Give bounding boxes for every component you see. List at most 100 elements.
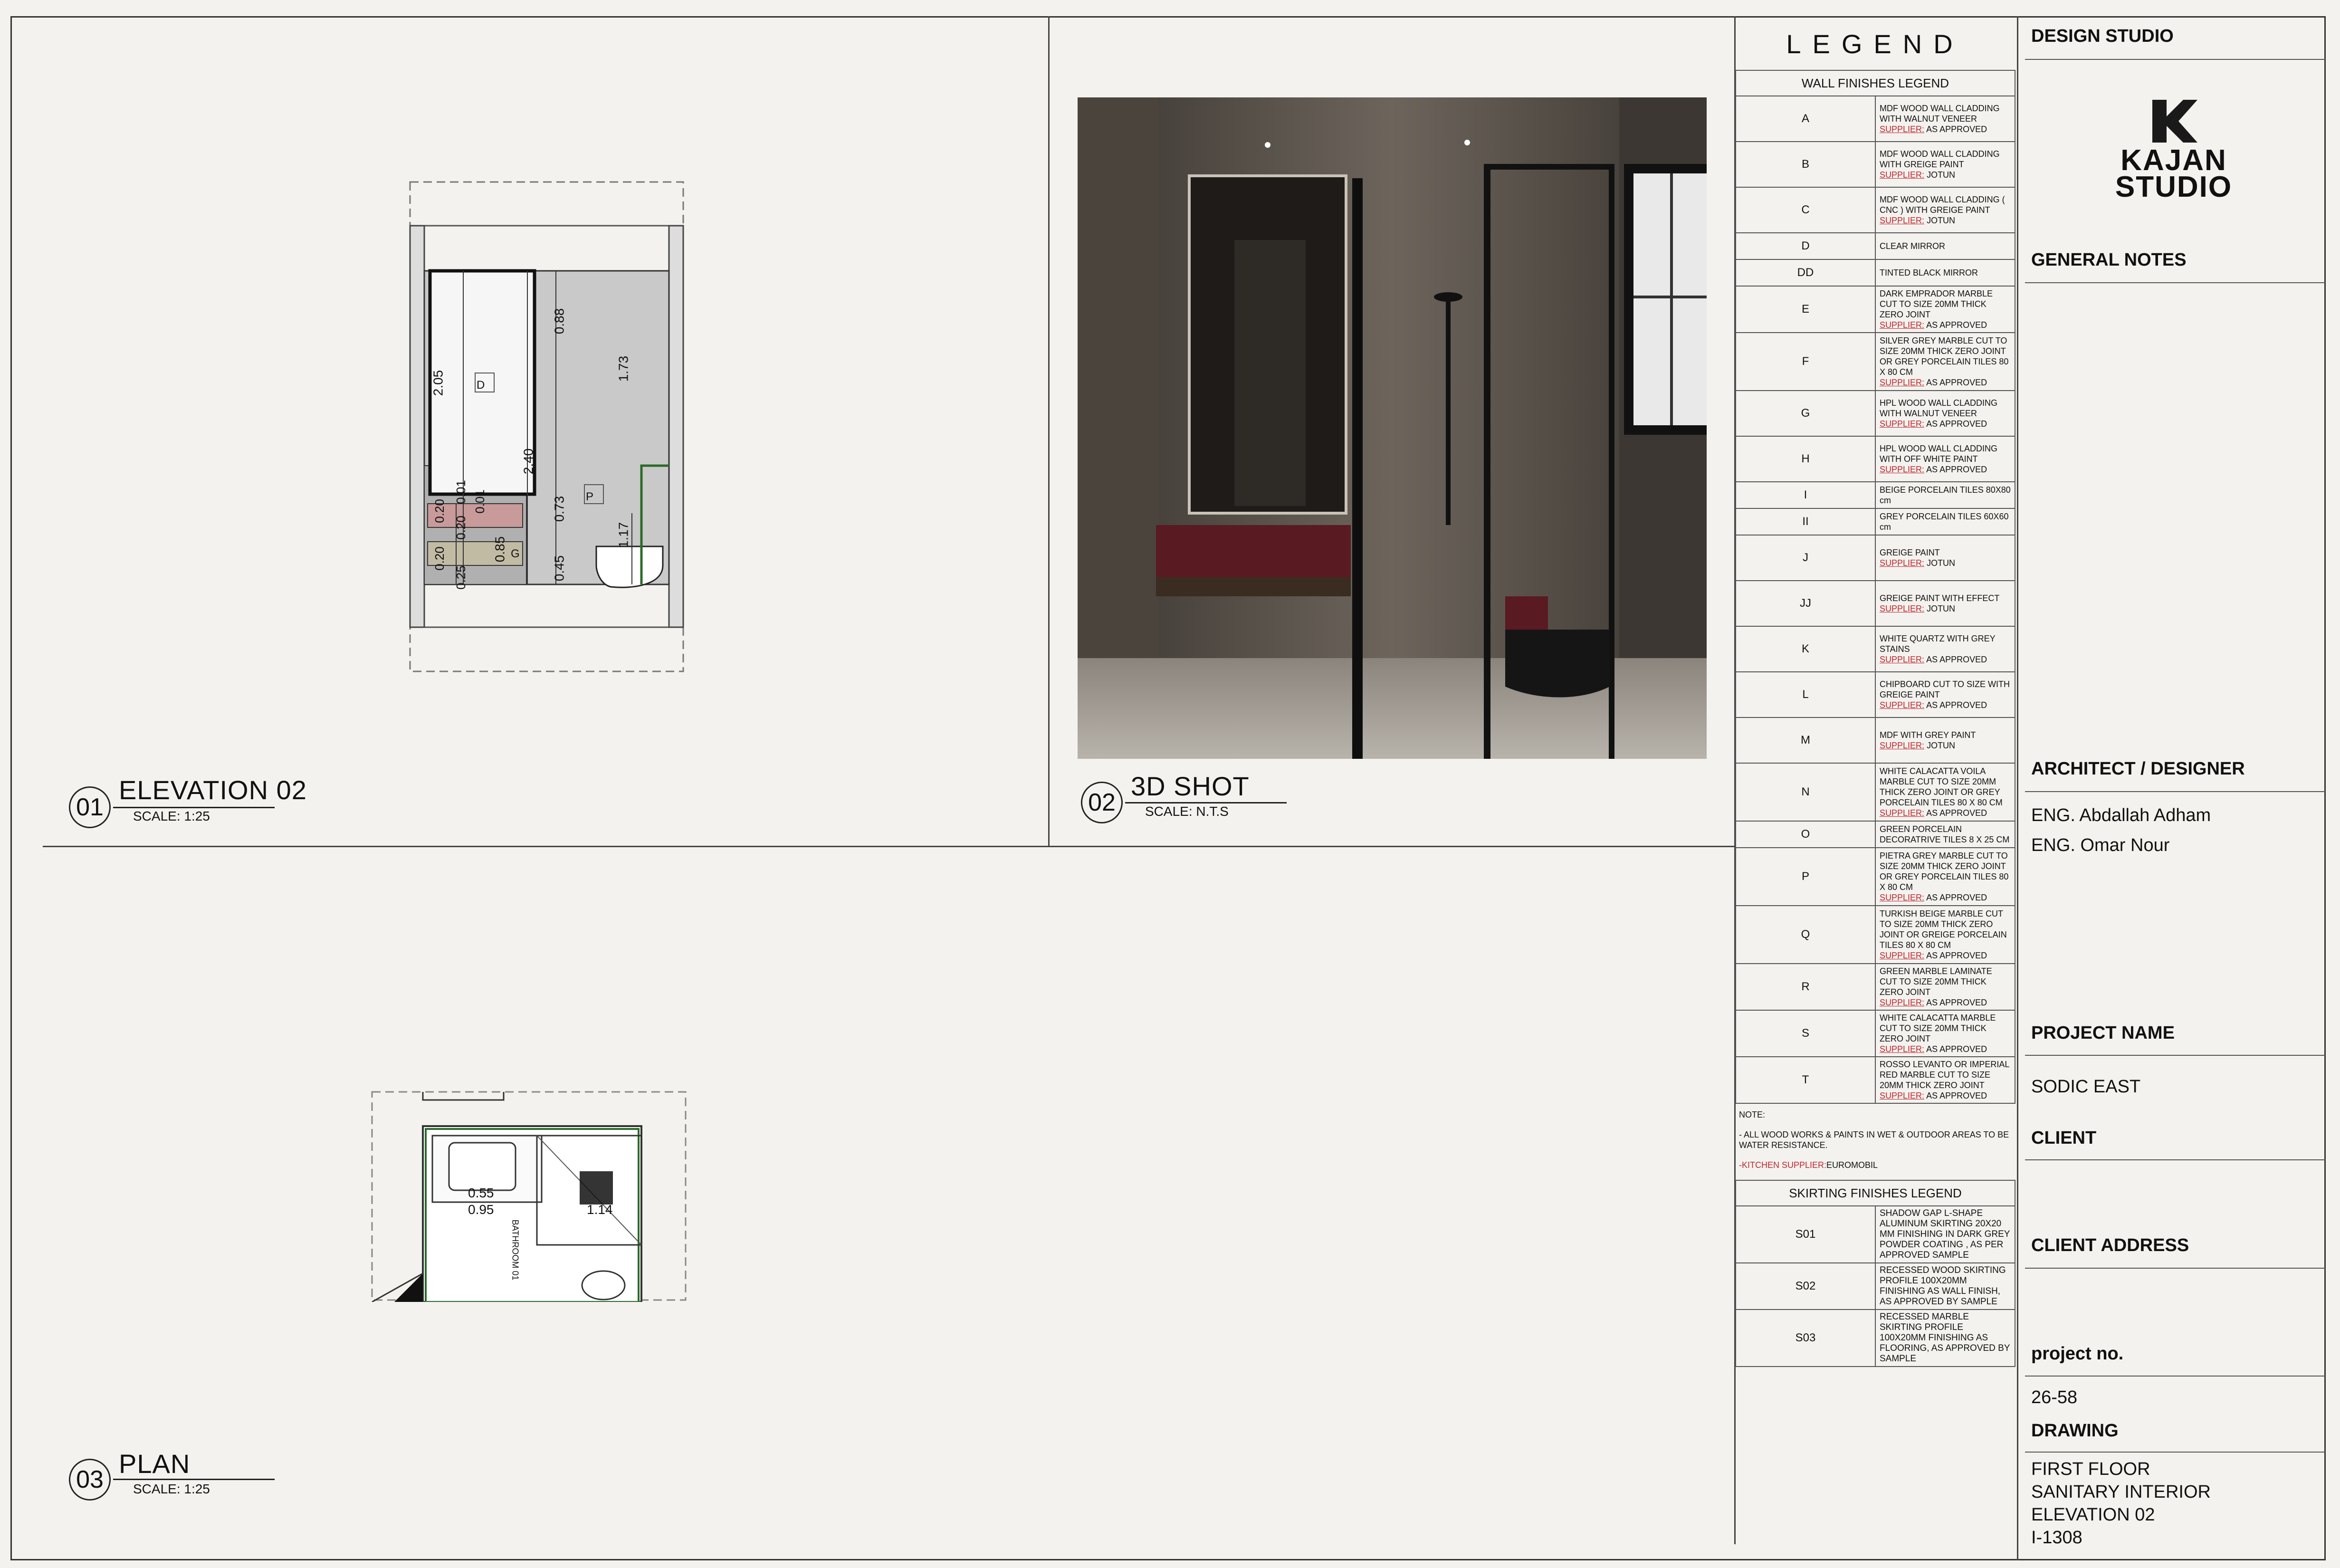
- legend-supplier: SUPPLIER: AS APPROVED: [1880, 124, 2011, 134]
- plan-dim-2: 0.95: [468, 1202, 494, 1217]
- legend-row: S WHITE CALACATTA MARBLE CUT TO SIZE 20MM…: [1735, 1010, 2015, 1057]
- supplier-label: SUPPLIER:: [1880, 951, 1925, 960]
- elev-dim-1: 2.05: [430, 370, 446, 396]
- legend-row: P PIETRA GREY MARBLE CUT TO SIZE 20MM THI…: [1735, 847, 2015, 906]
- legend-supplier: SUPPLIER: JOTUN: [1880, 603, 2011, 614]
- legend-supplier: SUPPLIER: AS APPROVED: [1880, 808, 2011, 818]
- supplier-value: JOTUN: [1927, 741, 1956, 750]
- supplier-value: AS APPROVED: [1926, 951, 1987, 960]
- supplier-value: JOTUN: [1927, 604, 1956, 613]
- elev-tag-g: G: [511, 547, 520, 560]
- legend-row: DD TINTED BLACK MIRROR: [1735, 259, 2015, 287]
- elev-dim-3: 1.73: [616, 355, 631, 382]
- plan-dim-3: 1.14: [587, 1202, 613, 1217]
- legend-supplier: SUPPLIER: AS APPROVED: [1880, 1044, 2011, 1054]
- legend-desc: CLEAR MIRROR: [1875, 232, 2015, 260]
- skirting-desc: SHADOW GAP L-SHAPE ALUMINUM SKIRTING 20X…: [1875, 1205, 2015, 1263]
- general-notes-label: GENERAL NOTES: [2031, 250, 2187, 270]
- legend-row: G HPL WOOD WALL CLADDING WITH WALNUT VENE…: [1735, 390, 2015, 437]
- legend-row: I BEIGE PORCELAIN TILES 80X80 cm: [1735, 481, 2015, 509]
- legend-title: LEGEND: [1786, 29, 1964, 59]
- project-name-value: SODIC EAST: [2031, 1077, 2141, 1097]
- supplier-label: SUPPLIER:: [1880, 419, 1925, 429]
- supplier-value: AS APPROVED: [1926, 893, 1987, 902]
- logo-line-1: KAJAN: [2120, 144, 2227, 177]
- legend-code: JJ: [1735, 580, 1876, 627]
- drawing-line-3: ELEVATION 02: [2031, 1505, 2155, 1525]
- project-name-label: PROJECT NAME: [2031, 1023, 2175, 1043]
- skirting-row: S02 RECESSED WOOD SKIRTING PROFILE 100X20…: [1735, 1262, 2015, 1310]
- skirting-desc: RECESSED WOOD SKIRTING PROFILE 100X20MM …: [1875, 1262, 2015, 1310]
- legend-code: N: [1735, 763, 1876, 822]
- legend-code: E: [1735, 286, 1876, 333]
- supplier-value: AS APPROVED: [1926, 998, 1987, 1007]
- legend-desc-text: MDF WOOD WALL CLADDING WITH WALNUT VENEE…: [1880, 104, 2000, 124]
- legend-code: R: [1735, 963, 1876, 1011]
- supplier-label: SUPPLIER:: [1880, 170, 1925, 180]
- legend-supplier: SUPPLIER: AS APPROVED: [1880, 892, 2011, 903]
- legend-desc-text: CHIPBOARD CUT TO SIZE WITH GREIGE PAINT: [1880, 679, 2010, 699]
- tb-rule: [2025, 1376, 2325, 1377]
- elev-tag-d: D: [477, 379, 485, 392]
- note-text: - ALL WOOD WORKS & PAINTS IN WET & OUTDO…: [1739, 1130, 2009, 1150]
- legend-code: C: [1735, 187, 1876, 233]
- legend-desc: WHITE CALACATTA MARBLE CUT TO SIZE 20MM …: [1875, 1010, 2015, 1057]
- legend-supplier: SUPPLIER: AS APPROVED: [1880, 419, 2011, 429]
- supplier-label: SUPPLIER:: [1880, 320, 1925, 330]
- supplier-value: AS APPROVED: [1926, 1091, 1987, 1100]
- legend-desc: GREEN MARBLE LAMINATE CUT TO SIZE 20MM T…: [1875, 963, 2015, 1011]
- legend-row: E DARK EMPRADOR MARBLE CUT TO SIZE 20MM T…: [1735, 286, 2015, 333]
- supplier-label: SUPPLIER:: [1880, 1091, 1925, 1100]
- legend-code: P: [1735, 847, 1876, 906]
- legend-desc-text: PIETRA GREY MARBLE CUT TO SIZE 20MM THIC…: [1880, 851, 2009, 892]
- view-scale-3d-shot: SCALE: N.T.S: [1145, 804, 1229, 819]
- legend-desc: GREEN PORCELAIN DECORATRIVE TILES 8 X 25…: [1875, 821, 2015, 848]
- elev-dim-14: 0.25: [453, 565, 468, 590]
- view-title-elevation: ELEVATION 02: [119, 775, 307, 805]
- supplier-label: SUPPLIER:: [1880, 893, 1925, 902]
- render-3d-shot: [1078, 97, 1707, 759]
- legend-code: F: [1735, 332, 1876, 391]
- kajan-logo-mark: [2152, 100, 2197, 143]
- legend-supplier: SUPPLIER: AS APPROVED: [1880, 997, 2011, 1008]
- elev-dim-10: 0.20: [432, 546, 447, 571]
- legend-desc: CHIPBOARD CUT TO SIZE WITH GREIGE PAINT S…: [1875, 671, 2015, 718]
- elev-dim-2: 0.88: [552, 308, 567, 335]
- legend-code: B: [1735, 141, 1876, 188]
- legend-desc-text: TURKISH BEIGE MARBLE CUT TO SIZE 20MM TH…: [1880, 909, 2007, 950]
- view-title-rule: [113, 1479, 275, 1480]
- plan-drawing: [371, 1091, 687, 1302]
- legend-desc: GREY PORCELAIN TILES 60X60 cm: [1875, 508, 2015, 535]
- view-number-02: 02: [1081, 782, 1123, 823]
- legend-code: II: [1735, 508, 1876, 535]
- supplier-value: AS APPROVED: [1926, 700, 1987, 710]
- legend-supplier: SUPPLIER: JOTUN: [1880, 215, 2011, 226]
- legend-desc-text: MDF WOOD WALL CLADDING ( CNC ) WITH GREI…: [1880, 195, 2005, 215]
- legend-row: H HPL WOOD WALL CLADDING WITH OFF WHITE P…: [1735, 436, 2015, 482]
- supplier-label: SUPPLIER:: [1880, 604, 1925, 613]
- client-address-label: CLIENT ADDRESS: [2031, 1235, 2189, 1255]
- view-number-03: 03: [69, 1459, 111, 1501]
- legend-code: G: [1735, 390, 1876, 437]
- kitchen-supplier: -KITCHEN SUPPLIER:EUROMOBIL: [1739, 1160, 2012, 1170]
- kitchen-supplier-value: EUROMOBIL: [1826, 1160, 1878, 1170]
- legend-row: J GREIGE PAINT SUPPLIER: JOTUN: [1735, 535, 2015, 581]
- skirting-code: S01: [1735, 1205, 1876, 1263]
- elev-dim-11: 0.85: [492, 536, 507, 563]
- legend-code: K: [1735, 626, 1876, 672]
- tb-rule: [2025, 791, 2325, 792]
- legend-desc: WHITE QUARTZ WITH GREY STAINS SUPPLIER: A…: [1875, 626, 2015, 672]
- supplier-value: AS APPROVED: [1926, 655, 1987, 664]
- supplier-label: SUPPLIER:: [1880, 700, 1925, 710]
- elevation-drawing: [409, 181, 684, 672]
- legend-desc-text: GREEN PORCELAIN DECORATRIVE TILES 8 X 25…: [1880, 824, 2010, 844]
- legend-desc: TINTED BLACK MIRROR: [1875, 259, 2015, 287]
- architect-1: ENG. Abdallah Adham: [2031, 805, 2211, 825]
- divider-views: [1048, 16, 1050, 847]
- legend-row: B MDF WOOD WALL CLADDING WITH GREIGE PAIN…: [1735, 141, 2015, 188]
- kitchen-supplier-label: -KITCHEN SUPPLIER:: [1739, 1160, 1827, 1170]
- legend-desc-text: DARK EMPRADOR MARBLE CUT TO SIZE 20MM TH…: [1880, 289, 1993, 319]
- legend-desc-text: GREEN MARBLE LAMINATE CUT TO SIZE 20MM T…: [1880, 966, 1992, 997]
- legend-supplier: SUPPLIER: AS APPROVED: [1880, 1090, 2011, 1101]
- supplier-label: SUPPLIER:: [1880, 558, 1925, 568]
